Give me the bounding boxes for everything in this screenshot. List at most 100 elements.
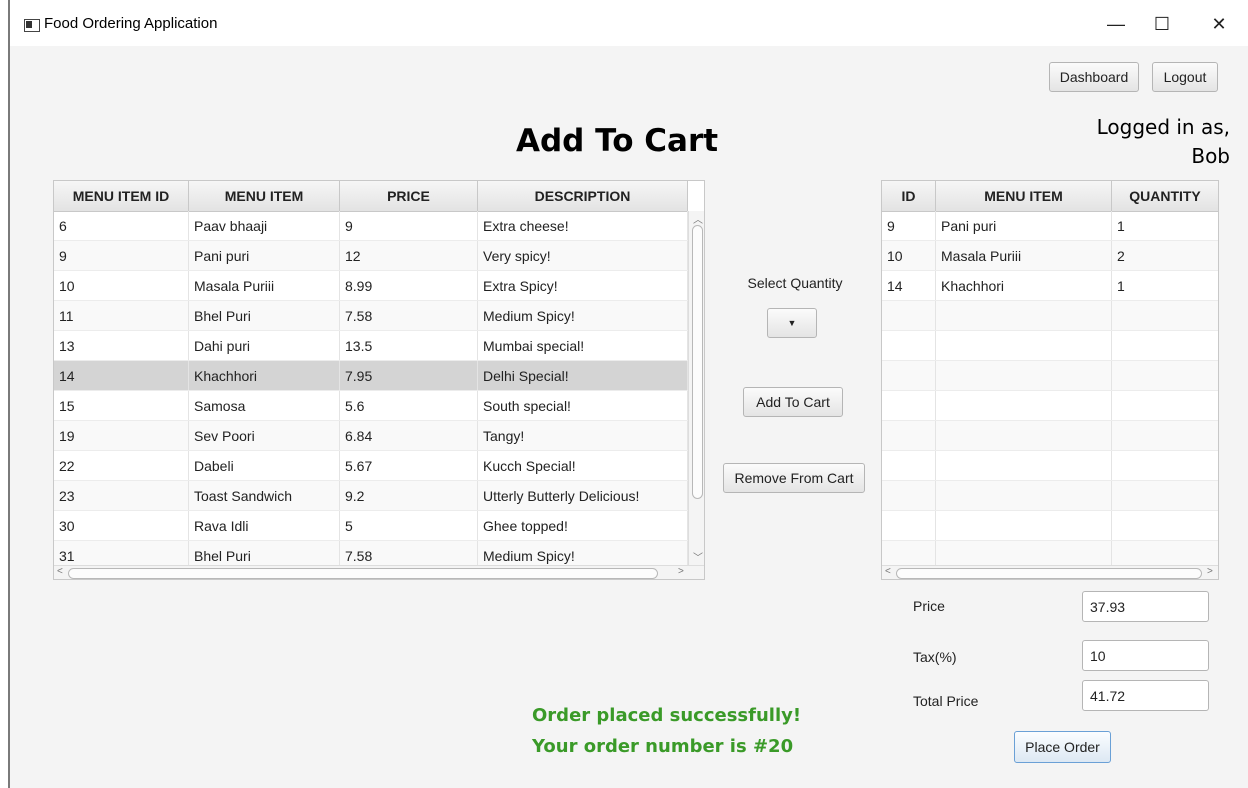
table-row[interactable]: 14 Khachhori 7.95 Delhi Special!	[54, 361, 688, 391]
price-label: Price	[913, 598, 945, 614]
table-cell: Medium Spicy!	[478, 301, 688, 330]
scroll-down-icon[interactable]: ﹀	[693, 549, 703, 564]
scrollbar-thumb[interactable]	[692, 225, 703, 499]
minimize-icon[interactable]: —	[1095, 7, 1137, 41]
order-success-message: Order placed successfully!	[532, 705, 802, 726]
scrollbar-thumb[interactable]	[68, 568, 658, 579]
column-header[interactable]: ID	[882, 181, 936, 211]
table-cell	[1112, 301, 1218, 330]
menu-horizontal-scrollbar[interactable]: < >	[54, 565, 704, 579]
table-cell: 23	[54, 481, 189, 510]
table-row[interactable]: 23 Toast Sandwich 9.2 Utterly Butterly Deli…	[54, 481, 688, 511]
cart-horizontal-scrollbar[interactable]: < >	[882, 565, 1218, 579]
table-cell: 1	[1117, 277, 1125, 294]
table-cell	[1112, 421, 1218, 450]
table-row[interactable]: 10 Masala Puriii 8.99 Extra Spicy!	[54, 271, 688, 301]
column-header[interactable]: MENU ITEM	[936, 181, 1112, 211]
table-cell: Khachhori	[189, 361, 340, 390]
menu-table: MENU ITEM ID MENU ITEM PRICE DESCRIPTION…	[53, 180, 705, 580]
table-row[interactable]: 13 Dahi puri 13.5 Mumbai special!	[54, 331, 688, 361]
maximize-icon[interactable]: ☐	[1141, 7, 1183, 41]
table-cell: 30	[54, 511, 189, 540]
scrollbar-thumb[interactable]	[896, 568, 1202, 579]
logged-in-label: Logged in as, Bob	[1097, 113, 1230, 171]
table-cell: 7.58	[340, 301, 478, 330]
table-cell: Rava Idli	[189, 511, 340, 540]
table-row[interactable]: 30 Rava Idli 5 Ghee topped!	[54, 511, 688, 541]
table-row[interactable]: 9 Pani puri 12 Very spicy!	[54, 241, 688, 271]
window-titlebar: Food Ordering Application — ☐ ✕	[10, 0, 1248, 46]
table-cell: 5.6	[340, 391, 478, 420]
table-cell: 22	[54, 451, 189, 480]
table-cell	[1112, 361, 1218, 390]
add-to-cart-button[interactable]: Add To Cart	[743, 387, 843, 417]
column-header[interactable]: MENU ITEM ID	[54, 181, 189, 211]
table-cell: 14	[882, 271, 936, 300]
table-cell: Very spicy!	[478, 241, 688, 270]
table-cell	[882, 511, 936, 540]
place-order-button[interactable]: Place Order	[1014, 731, 1111, 763]
table-cell	[882, 331, 936, 360]
quantity-dropdown[interactable]: ▼	[767, 308, 817, 338]
column-header[interactable]: MENU ITEM	[189, 181, 340, 211]
cart-table-header: ID MENU ITEM QUANTITY	[882, 181, 1218, 212]
table-row[interactable]: 6 Paav bhaaji 9 Extra cheese!	[54, 211, 688, 241]
tax-label: Tax(%)	[913, 649, 957, 665]
table-cell: Ghee topped!	[478, 511, 688, 540]
table-cell	[882, 451, 936, 480]
scroll-right-icon[interactable]: >	[1207, 566, 1213, 577]
table-cell: 19	[54, 421, 189, 450]
column-header[interactable]: QUANTITY	[1112, 181, 1218, 211]
table-row[interactable]: 15 Samosa 5.6 South special!	[54, 391, 688, 421]
logout-button[interactable]: Logout	[1152, 62, 1218, 92]
empty-row	[882, 451, 1218, 481]
table-cell: 10	[882, 241, 936, 270]
table-row[interactable]: 10 Masala Puriii 2	[882, 241, 1218, 271]
table-cell: Mumbai special!	[478, 331, 688, 360]
table-row[interactable]: 22 Dabeli 5.67 Kucch Special!	[54, 451, 688, 481]
column-header[interactable]: DESCRIPTION	[478, 181, 688, 211]
scroll-right-icon[interactable]: >	[678, 566, 684, 577]
app-window-icon	[24, 19, 40, 32]
column-header[interactable]: PRICE	[340, 181, 478, 211]
table-row[interactable]: 11 Bhel Puri 7.58 Medium Spicy!	[54, 301, 688, 331]
logged-in-line: Logged in as,	[1096, 115, 1230, 139]
total-price-label: Total Price	[913, 693, 979, 709]
table-cell: 7.95	[340, 361, 478, 390]
scroll-up-icon[interactable]: ︿	[693, 211, 703, 226]
tax-field[interactable]: 10	[1082, 640, 1209, 671]
page-title: Add To Cart	[516, 123, 719, 159]
table-cell: 8.99	[340, 271, 478, 300]
table-cell: Kucch Special!	[478, 451, 688, 480]
table-cell: Masala Puriii	[936, 241, 1112, 270]
scroll-left-icon[interactable]: <	[885, 566, 891, 577]
menu-vertical-scrollbar[interactable]: ︿ ﹀	[688, 211, 704, 565]
table-cell	[882, 421, 936, 450]
table-cell: Dabeli	[189, 451, 340, 480]
table-row[interactable]: 14 Khachhori 1	[882, 271, 1218, 301]
close-icon[interactable]: ✕	[1198, 7, 1240, 41]
table-cell: Khachhori	[936, 271, 1112, 300]
table-cell: Pani puri	[936, 211, 1112, 240]
empty-row	[882, 301, 1218, 331]
table-row[interactable]: 9 Pani puri 1	[882, 211, 1218, 241]
remove-from-cart-button[interactable]: Remove From Cart	[723, 463, 865, 493]
price-field[interactable]: 37.93	[1082, 591, 1209, 622]
table-cell: Samosa	[189, 391, 340, 420]
table-cell: 13.5	[340, 331, 478, 360]
table-cell	[936, 331, 1112, 360]
table-cell	[1112, 391, 1218, 420]
empty-row	[882, 391, 1218, 421]
scroll-left-icon[interactable]: <	[57, 566, 63, 577]
table-cell	[936, 361, 1112, 390]
table-cell	[1112, 511, 1218, 540]
table-cell	[936, 481, 1112, 510]
table-row[interactable]: 19 Sev Poori 6.84 Tangy!	[54, 421, 688, 451]
dashboard-button[interactable]: Dashboard	[1049, 62, 1139, 92]
table-cell: 9.2	[340, 481, 478, 510]
table-cell: Dahi puri	[189, 331, 340, 360]
app-content: Dashboard Logout Add To Cart Logged in a…	[10, 46, 1248, 788]
table-cell	[882, 361, 936, 390]
chevron-down-icon: ▼	[787, 318, 797, 328]
total-price-field[interactable]: 41.72	[1082, 680, 1209, 711]
